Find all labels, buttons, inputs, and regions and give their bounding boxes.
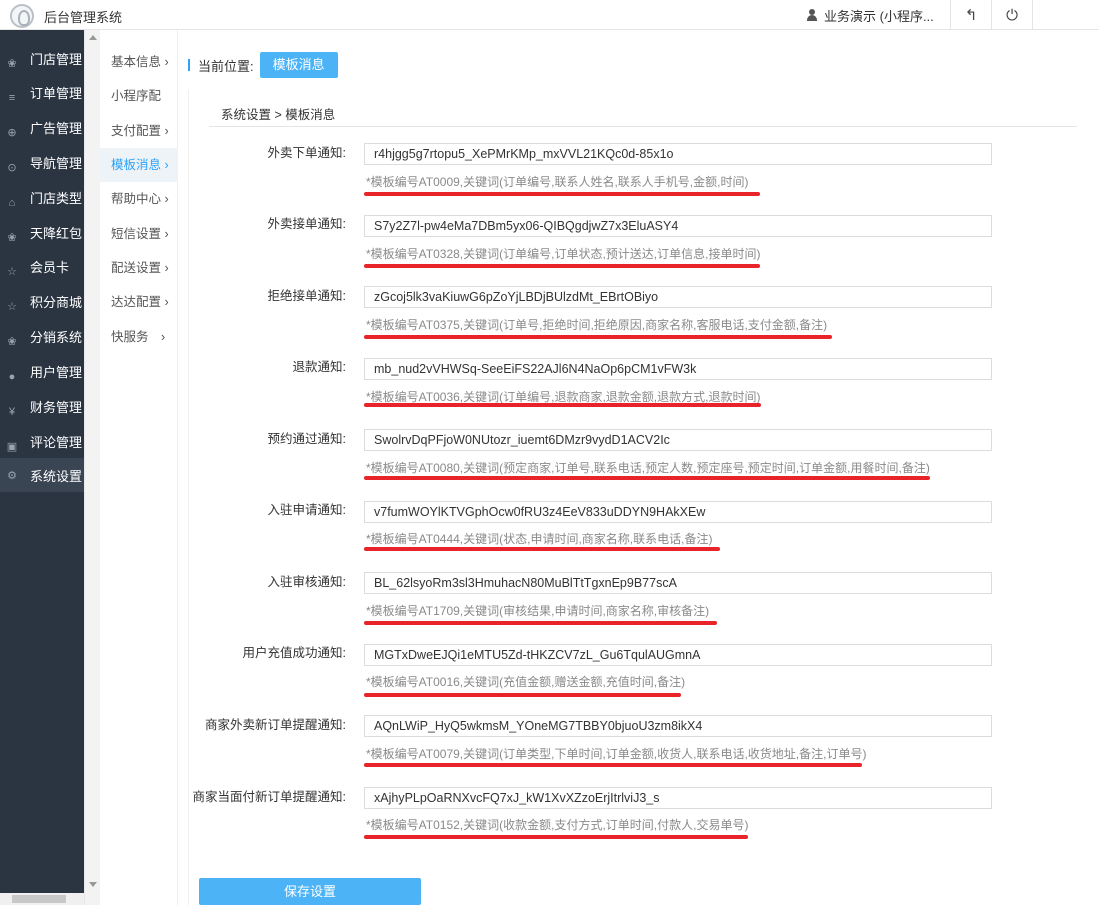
back-icon: ↰: [964, 7, 978, 24]
content-panel: 系统设置 > 模板消息: [188, 90, 1099, 905]
user-icon: [806, 9, 818, 21]
template-label: 商家当面付新订单提醒通知:: [192, 790, 346, 804]
user-name: 业务演示 (小程序...: [824, 8, 934, 24]
sidebar-item-label: 订单管理: [30, 86, 83, 101]
sidebar-item-label: 会员卡: [30, 260, 70, 275]
red-underline: [364, 547, 720, 551]
template-id-input[interactable]: [364, 501, 992, 523]
app-title: 后台管理系统: [44, 10, 123, 25]
sidebar-scrollbar[interactable]: [84, 30, 100, 905]
template-id-input[interactable]: [364, 787, 992, 809]
sidebar-item-label: 评论管理: [30, 435, 83, 450]
sidebar-item-label: 积分商城: [30, 295, 83, 310]
template-id-input[interactable]: [364, 215, 992, 237]
template-hint: *模板编号AT1709,关键词(审核结果,申请时间,商家名称,审核备注): [366, 604, 710, 618]
template-hint: *模板编号AT0328,关键词(订单编号,订单状态,预计送达,订单信息,接单时间…: [366, 247, 761, 261]
template-id-input[interactable]: [364, 572, 992, 594]
sidebar-item-finance[interactable]: ¥ 财务管理: [0, 400, 84, 434]
user-menu[interactable]: 业务演示 (小程序...: [806, 0, 949, 30]
scrollbar-thumb[interactable]: [12, 895, 66, 903]
template-label: 外卖接单通知:: [267, 217, 346, 231]
logo-icon: [10, 4, 34, 28]
template-id-input[interactable]: [364, 715, 992, 737]
scroll-down-icon[interactable]: [89, 882, 97, 887]
submenu-item-basic-info[interactable]: 基本信息 ›: [100, 45, 178, 79]
red-underline: [364, 835, 748, 839]
template-label: 入驻审核通知:: [267, 575, 346, 589]
sidebar-item-store-type[interactable]: ⌂ 门店类型: [0, 191, 84, 225]
submenu-item-help-center[interactable]: 帮助中心 ›: [100, 182, 178, 216]
submenu-item-delivery[interactable]: 配送设置 ›: [100, 251, 178, 285]
template-hint: *模板编号AT0079,关键词(订单类型,下单时间,订单金额,收货人,联系电话,…: [366, 747, 867, 761]
breadcrumb: 系统设置 > 模板消息: [221, 108, 336, 122]
submenu-item-template-msg[interactable]: 模板消息 ›: [100, 148, 178, 182]
template-label: 退款通知:: [292, 360, 346, 374]
header-spacer: [1032, 0, 1099, 30]
template-hint: *模板编号AT0016,关键词(充值金额,赠送金额,充值时间,备注): [366, 675, 686, 689]
red-underline: [364, 192, 760, 196]
sidebar-item-label: 门店管理: [30, 52, 83, 67]
red-underline: [364, 335, 832, 339]
red-underline: [364, 264, 760, 268]
sidebar-item-store[interactable]: ❀ 门店管理: [0, 52, 84, 86]
submenu-item-payment[interactable]: 支付配置 ›: [100, 114, 178, 148]
template-hint: *模板编号AT0009,关键词(订单编号,联系人姓名,联系人手机号,金额,时间): [366, 175, 749, 189]
submenu-item-sms[interactable]: 短信设置 ›: [100, 217, 178, 251]
sidebar-item-distribution[interactable]: ❀ 分销系统: [0, 330, 84, 364]
template-label: 商家外卖新订单提醒通知:: [205, 718, 346, 732]
sidebar-item-label: 用户管理: [30, 365, 83, 380]
sidebar-item-users[interactable]: ● 用户管理: [0, 365, 84, 399]
template-label: 预约通过通知:: [267, 432, 346, 446]
sidebar-item-label: 广告管理: [30, 121, 83, 136]
sidebar-item-settings[interactable]: ⚙ 系统设置: [0, 458, 84, 492]
submenu-item-miniprogram[interactable]: 小程序配: [100, 79, 178, 113]
sidebar-item-points-mall[interactable]: ☆ 积分商城: [0, 295, 84, 329]
red-underline: [364, 403, 761, 407]
save-settings-button[interactable]: 保存设置: [199, 878, 421, 905]
sidebar-item-orders[interactable]: ≡ 订单管理: [0, 86, 84, 120]
divider: [209, 126, 1077, 127]
location-bar: 当前位置: 模板消息: [188, 52, 338, 78]
main-sidebar: ❀ 门店管理 ≡ 订单管理 ⊕ 广告管理 ⊙ 导航管理 ⌂ 门店类型 ❀ 天降红包 ☆ 会员卡…: [0, 30, 84, 905]
sidebar-item-label: 财务管理: [30, 400, 83, 415]
red-underline: [364, 621, 717, 625]
location-label: 当前位置:: [198, 58, 254, 74]
power-icon: ⏻: [1006, 6, 1018, 24]
sidebar-item-label: 分销系统: [30, 330, 83, 345]
scroll-up-icon[interactable]: [89, 35, 97, 40]
sidebar-item-label: 天降红包: [30, 226, 83, 241]
template-id-input[interactable]: [364, 143, 992, 165]
location-tab[interactable]: 模板消息: [259, 52, 338, 78]
back-button[interactable]: ↰: [950, 0, 991, 30]
red-underline: [364, 476, 930, 480]
template-id-input[interactable]: [364, 358, 992, 380]
location-marker: [188, 59, 190, 71]
sidebar-item-label: 门店类型: [30, 191, 83, 206]
top-header: 后台管理系统 业务演示 (小程序... ↰ ⏻: [0, 0, 1099, 30]
sidebar-item-ads[interactable]: ⊕ 广告管理: [0, 121, 84, 155]
logout-button[interactable]: ⏻: [991, 0, 1032, 30]
sidebar-item-nav[interactable]: ⊙ 导航管理: [0, 156, 84, 190]
template-label: 入驻申请通知:: [267, 503, 346, 517]
template-label: 外卖下单通知:: [267, 146, 346, 160]
sidebar-item-red-packet[interactable]: ❀ 天降红包: [0, 226, 84, 260]
template-label: 用户充值成功通知:: [242, 646, 346, 660]
submenu-item-quick-service[interactable]: 快服务 ›: [100, 320, 178, 354]
sidebar-horizontal-scrollbar[interactable]: [0, 893, 84, 905]
template-id-input[interactable]: [364, 429, 992, 451]
template-hint: *模板编号AT0444,关键词(状态,申请时间,商家名称,联系电话,备注): [366, 532, 713, 546]
sidebar-item-member-card[interactable]: ☆ 会员卡: [0, 260, 84, 294]
template-label: 拒绝接单通知:: [267, 289, 346, 303]
submenu-item-dada[interactable]: 达达配置 ›: [100, 285, 178, 319]
template-hint: *模板编号AT0375,关键词(订单号,拒绝时间,拒绝原因,商家名称,客服电话,…: [366, 318, 828, 332]
template-id-input[interactable]: [364, 286, 992, 308]
template-id-input[interactable]: [364, 644, 992, 666]
sidebar-item-label: 导航管理: [30, 156, 83, 171]
red-underline: [364, 763, 862, 767]
sidebar-item-label: 系统设置: [30, 469, 83, 484]
template-hint: *模板编号AT0152,关键词(收款金额,支付方式,订单时间,付款人,交易单号): [366, 818, 749, 832]
settings-submenu: 基本信息 › 小程序配 支付配置 › 模板消息 › 帮助中心 › 短信设置 › …: [100, 30, 178, 905]
template-hint: *模板编号AT0080,关键词(预定商家,订单号,联系电话,预定人数,预定座号,…: [366, 461, 930, 475]
red-underline: [364, 693, 681, 697]
